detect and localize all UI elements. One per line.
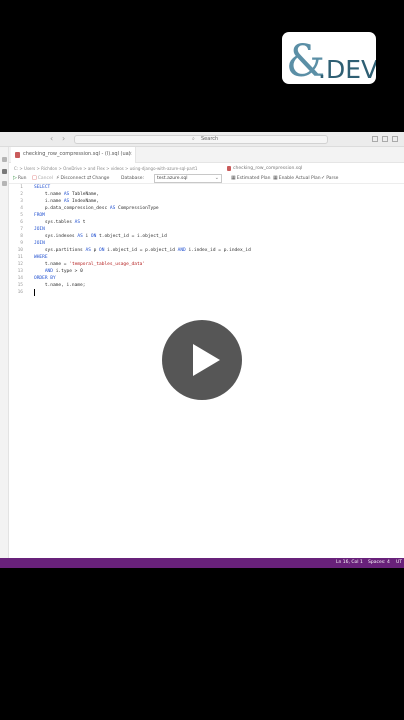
- code-text: t.name, i.name;: [34, 283, 86, 288]
- line-number: 6: [20, 220, 23, 225]
- plan-toggle-icon: ▦: [273, 175, 278, 181]
- play-icon: [193, 344, 220, 376]
- sql-file-icon: [227, 166, 231, 171]
- swap-icon: ⇄: [87, 175, 92, 181]
- code-text: sys.indexes AS i ON t.object_id = i.obje…: [34, 234, 167, 239]
- line-number: 9: [20, 241, 23, 246]
- code-line[interactable]: 8 sys.indexes AS i ON t.object_id = i.ob…: [9, 233, 404, 240]
- stop-icon: □: [32, 175, 37, 181]
- line-number: 16: [17, 290, 23, 295]
- database-label: Database:: [121, 176, 144, 181]
- line-number: 11: [17, 255, 23, 260]
- explorer-icon[interactable]: [2, 157, 7, 162]
- line-number: 10: [17, 248, 23, 253]
- line-number: 12: [17, 262, 23, 267]
- code-line[interactable]: 16: [9, 289, 404, 296]
- code-line[interactable]: 5 FROM: [9, 212, 404, 219]
- tab-label: checking_row_compression.sql - (l).sql (…: [23, 151, 131, 157]
- logo-text: .DEV: [318, 55, 376, 84]
- sidebar-toggle-icon[interactable]: [392, 136, 398, 142]
- video-play-button[interactable]: [162, 320, 242, 400]
- breadcrumb[interactable]: C: > Users > Richdon > OneDrive > and Fl…: [14, 164, 404, 173]
- activity-bar: [0, 147, 9, 568]
- cancel-button[interactable]: □Cancel: [32, 174, 53, 183]
- command-search-box[interactable]: ⌕ Search: [74, 135, 328, 144]
- change-connection-button[interactable]: ⇄Change: [87, 174, 109, 183]
- code-line[interactable]: 3 i.name AS IndexName,: [9, 198, 404, 205]
- line-number: 4: [20, 206, 23, 211]
- code-line[interactable]: 12 t.name = 'temporal_tables_usage_data': [9, 261, 404, 268]
- line-number: 5: [20, 213, 23, 218]
- search-label: Search: [201, 136, 219, 142]
- code-line[interactable]: 9 JOIN: [9, 240, 404, 247]
- actual-plan-toggle[interactable]: ▦Enable Actual Plan: [273, 174, 321, 183]
- code-text: t.name = 'temporal_tables_usage_data': [34, 262, 146, 267]
- code-text: sys.tables AS t: [34, 220, 86, 225]
- indentation-setting[interactable]: Spaces: 4: [368, 559, 390, 567]
- line-number: 7: [20, 227, 23, 232]
- status-bar: Ln 16, Col 1 Spaces: 4 UT: [0, 558, 404, 568]
- estimated-plan-button[interactable]: ▦Estimated Plan: [231, 174, 270, 183]
- back-arrow-icon[interactable]: ‹: [50, 134, 53, 144]
- run-button[interactable]: ▷Run: [13, 174, 27, 183]
- code-text: FROM: [34, 213, 45, 218]
- code-text: JOIN: [34, 227, 45, 232]
- code-text: AND i.type > 0: [44, 269, 83, 274]
- code-line[interactable]: 2 t.name AS TableName,: [9, 191, 404, 198]
- plan-icon: ▦: [231, 175, 236, 181]
- line-number: 1: [20, 185, 23, 190]
- cursor-position[interactable]: Ln 16, Col 1: [336, 559, 363, 567]
- line-number: 14: [17, 276, 23, 281]
- code-text: ORDER BY: [34, 276, 56, 281]
- dev-logo: & .DEV: [282, 32, 376, 84]
- connections-icon[interactable]: [2, 169, 7, 174]
- code-line[interactable]: 11 WHERE: [9, 254, 404, 261]
- code-text: i.name AS IndexName,: [34, 199, 100, 204]
- code-line[interactable]: 6 sys.tables AS t: [9, 219, 404, 226]
- tab-checking-row-compression[interactable]: checking_row_compression.sql - (l).sql (…: [11, 147, 136, 163]
- sql-file-icon: [15, 152, 20, 158]
- code-line[interactable]: 1 SELECT: [9, 184, 404, 191]
- code-text: WHERE: [34, 255, 48, 260]
- code-text: p.data_compression_desc AS CompressionTy…: [34, 206, 159, 211]
- panel-icon[interactable]: [382, 136, 388, 142]
- database-select[interactable]: test.azure.sql ⌄: [154, 174, 222, 183]
- layout-icon[interactable]: [372, 136, 378, 142]
- chevron-down-icon: ⌄: [214, 175, 219, 181]
- plug-icon: ⚡: [56, 175, 60, 181]
- code-line[interactable]: 4 p.data_compression_desc AS Compression…: [9, 205, 404, 212]
- line-number: 15: [17, 283, 23, 288]
- play-icon: ▷: [13, 175, 17, 181]
- search-view-icon[interactable]: [2, 181, 7, 186]
- title-bar: ‹ › ⌕ Search: [0, 132, 404, 147]
- line-number: 2: [20, 192, 23, 197]
- code-line[interactable]: 13 AND i.type > 0: [9, 268, 404, 275]
- code-text: JOIN: [34, 241, 45, 246]
- forward-arrow-icon[interactable]: ›: [62, 134, 65, 144]
- search-icon: ⌕: [192, 136, 195, 142]
- text-cursor: [34, 289, 35, 296]
- code-text: t.name AS TableName,: [34, 192, 100, 197]
- editor-tab-bar: checking_row_compression.sql - (l).sql (…: [9, 147, 404, 163]
- code-line[interactable]: 10 sys.partitions AS p ON i.object_id = …: [9, 247, 404, 254]
- check-icon: ✓: [321, 175, 326, 181]
- code-line[interactable]: 15 t.name, i.name;: [9, 282, 404, 289]
- code-text: sys.partitions AS p ON i.object_id = p.o…: [34, 248, 251, 253]
- disconnect-button[interactable]: ⚡Disconnect: [56, 174, 86, 183]
- line-number: 3: [20, 199, 23, 204]
- code-line[interactable]: 14 ORDER BY: [9, 275, 404, 282]
- code-line[interactable]: 7 JOIN: [9, 226, 404, 233]
- line-number: 8: [20, 234, 23, 239]
- line-number: 13: [17, 269, 23, 274]
- split-tab-label[interactable]: checking_row_compression.sql: [233, 164, 302, 173]
- encoding-setting[interactable]: UT: [396, 559, 402, 567]
- close-icon[interactable]: ×: [128, 151, 132, 158]
- query-toolbar: ▷Run □Cancel ⚡Disconnect ⇄Change Databas…: [9, 173, 404, 184]
- code-text: SELECT: [34, 185, 51, 190]
- parse-button[interactable]: ✓Parse: [321, 174, 338, 183]
